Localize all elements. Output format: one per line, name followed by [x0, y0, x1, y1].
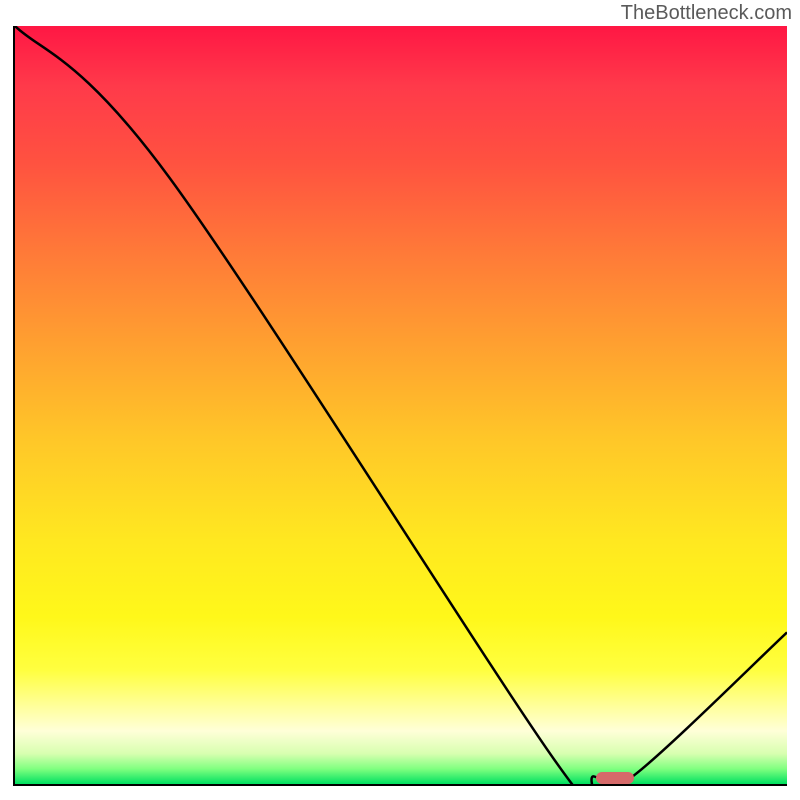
watermark-text: TheBottleneck.com — [621, 2, 792, 25]
chart-gradient-background — [15, 26, 787, 784]
optimal-range-marker — [596, 772, 635, 784]
chart-plot-area — [13, 26, 787, 786]
